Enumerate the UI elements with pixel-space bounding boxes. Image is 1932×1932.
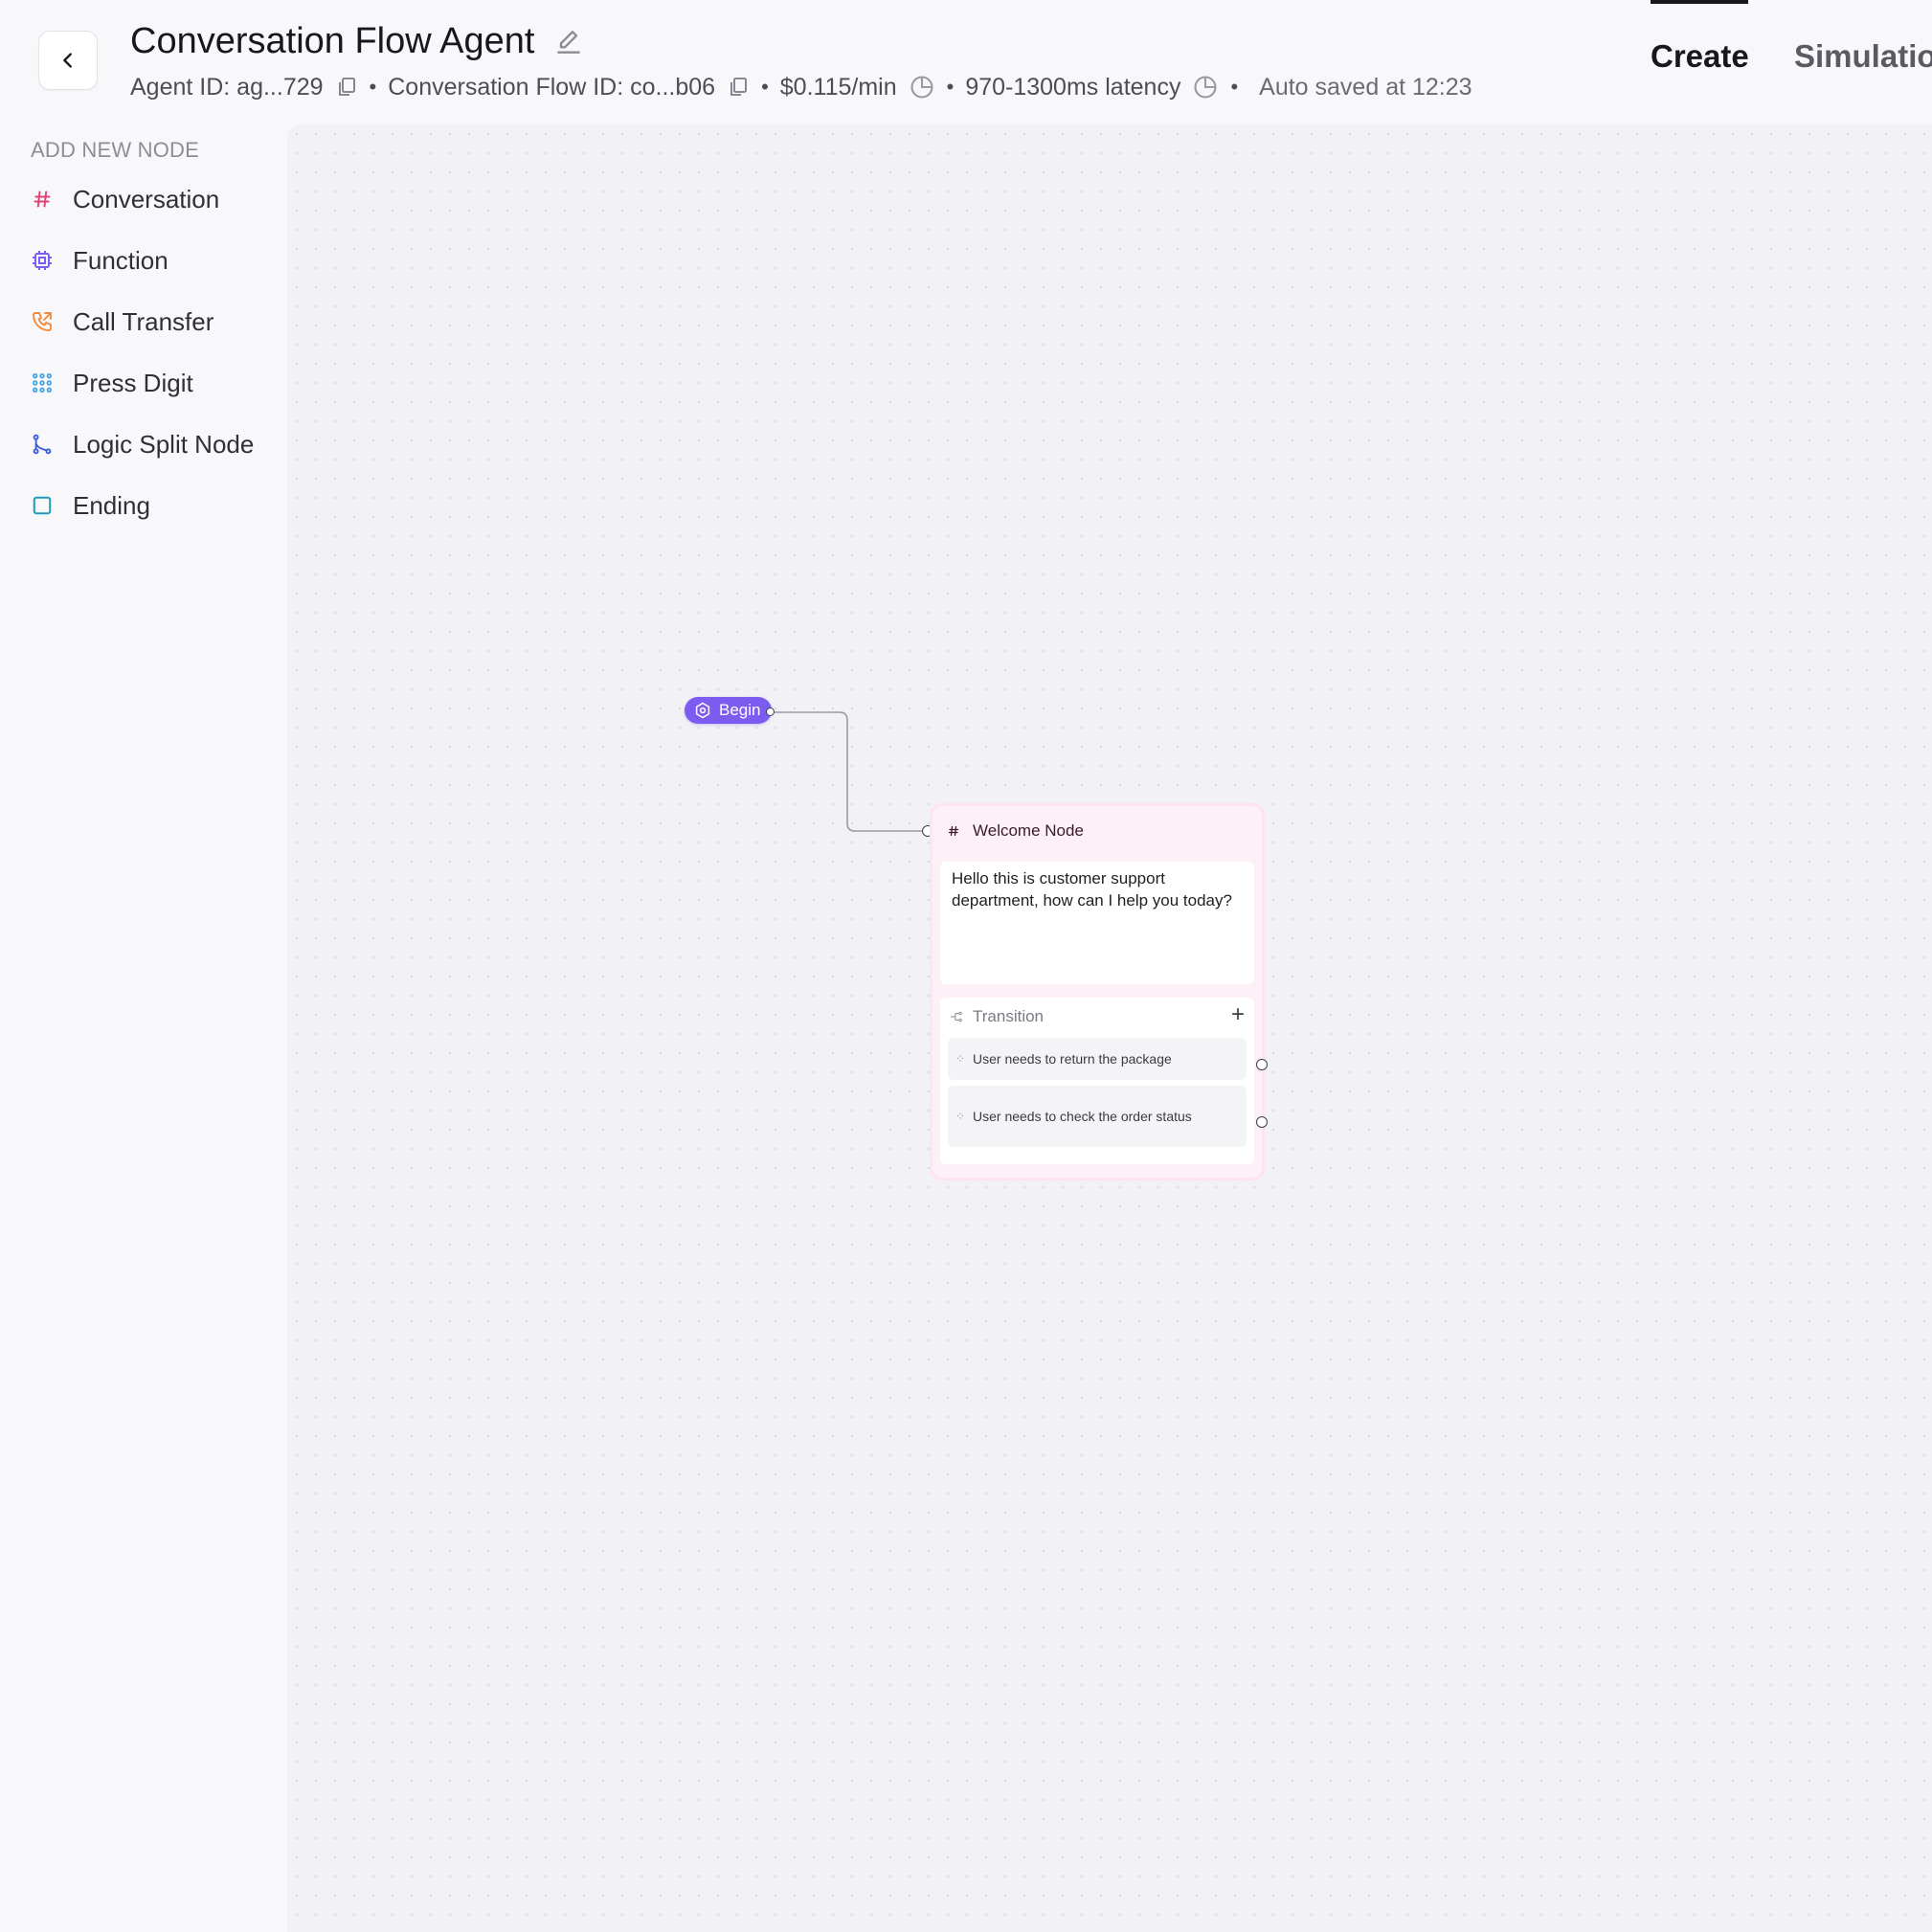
copy-icon[interactable] [727, 76, 750, 99]
begin-output-handle[interactable] [766, 708, 775, 716]
copy-icon[interactable] [335, 76, 358, 99]
welcome-node[interactable]: Welcome Node Hello this is customer supp… [932, 806, 1262, 1178]
separator-dot: • [946, 75, 955, 99]
add-transition-button[interactable]: + [1231, 1003, 1245, 1026]
separator-dot: • [1230, 75, 1239, 99]
latency: 970-1300ms latency [965, 74, 1219, 101]
palette-item-label: Logic Split Node [73, 429, 255, 459]
hash-icon [29, 186, 56, 213]
agent-id: Agent ID: ag...729 [130, 74, 358, 101]
branch-icon [29, 431, 56, 458]
palette-item-label: Ending [73, 490, 150, 520]
palette-item-function[interactable]: Function [29, 239, 168, 281]
transition-condition[interactable]: ⁘ User needs to return the package [948, 1038, 1247, 1080]
begin-node[interactable]: Begin [685, 697, 773, 724]
autosave-status: Auto saved at 12:23 [1259, 73, 1472, 101]
palette-item-press-digit[interactable]: Press Digit [29, 362, 193, 404]
palette-item-logic-split[interactable]: Logic Split Node [29, 423, 254, 465]
drag-handle-icon[interactable]: ⁘ [955, 1050, 965, 1067]
latency-text: 970-1300ms latency [965, 73, 1181, 101]
condition-output-handle[interactable] [1256, 1116, 1268, 1128]
cost-per-minute: $0.115/min [780, 74, 935, 101]
welcome-node-header: Welcome Node [948, 821, 1084, 841]
begin-icon [695, 702, 710, 719]
back-button[interactable] [38, 31, 98, 90]
transition-condition[interactable]: ⁘ User needs to check the order status [948, 1086, 1247, 1147]
active-tab-indicator [1651, 0, 1748, 4]
page-title-row: Conversation Flow Agent [130, 21, 584, 62]
flow-id: Conversation Flow ID: co...b06 [388, 74, 750, 101]
condition-text: User needs to return the package [973, 1051, 1172, 1067]
palette-heading: ADD NEW NODE [31, 138, 199, 162]
phone-transfer-icon [29, 308, 56, 335]
edit-pencil-icon[interactable] [553, 27, 584, 57]
pie-chart-icon[interactable] [1192, 74, 1219, 101]
separator-dot: • [761, 75, 769, 99]
pie-chart-icon[interactable] [909, 74, 935, 101]
tab-simulation[interactable]: Simulatio [1794, 38, 1932, 75]
flow-canvas[interactable]: Begin Welcome Node Hello this is custome… [287, 124, 1932, 1932]
transition-label: Transition [973, 1007, 1045, 1025]
page-title: Conversation Flow Agent [130, 21, 535, 61]
transition-header: Transition [950, 1007, 1044, 1026]
agent-id-text: Agent ID: ag...729 [130, 73, 324, 101]
keypad-icon [29, 370, 56, 396]
drag-handle-icon[interactable]: ⁘ [955, 1108, 965, 1125]
palette-item-label: Press Digit [73, 368, 193, 397]
agent-meta-bar: Agent ID: ag...729 • Conversation Flow I… [130, 71, 1472, 103]
condition-text: User needs to check the order status [973, 1109, 1192, 1124]
begin-label: Begin [719, 701, 761, 719]
square-icon [29, 492, 56, 519]
node-palette: ADD NEW NODE Conversation Function Call … [0, 124, 287, 1932]
transition-icon [951, 1011, 962, 1022]
palette-item-label: Conversation [73, 184, 220, 213]
palette-item-conversation[interactable]: Conversation [29, 178, 219, 220]
chevron-left-icon [63, 53, 72, 68]
palette-item-label: Call Transfer [73, 306, 214, 336]
flow-id-text: Conversation Flow ID: co...b06 [388, 73, 716, 101]
separator-dot: • [369, 75, 377, 99]
tab-create[interactable]: Create [1651, 38, 1749, 75]
palette-item-call-transfer[interactable]: Call Transfer [29, 301, 213, 343]
welcome-node-message[interactable]: Hello this is customer support departmen… [940, 862, 1254, 984]
palette-item-ending[interactable]: Ending [29, 484, 150, 527]
welcome-node-title: Welcome Node [973, 821, 1084, 840]
cost-text: $0.115/min [779, 73, 897, 101]
transition-panel: Transition + ⁘ User needs to return the … [940, 998, 1254, 1164]
hash-icon [948, 825, 959, 837]
cpu-chip-icon [29, 247, 56, 274]
palette-item-label: Function [73, 245, 168, 275]
condition-output-handle[interactable] [1256, 1059, 1268, 1070]
